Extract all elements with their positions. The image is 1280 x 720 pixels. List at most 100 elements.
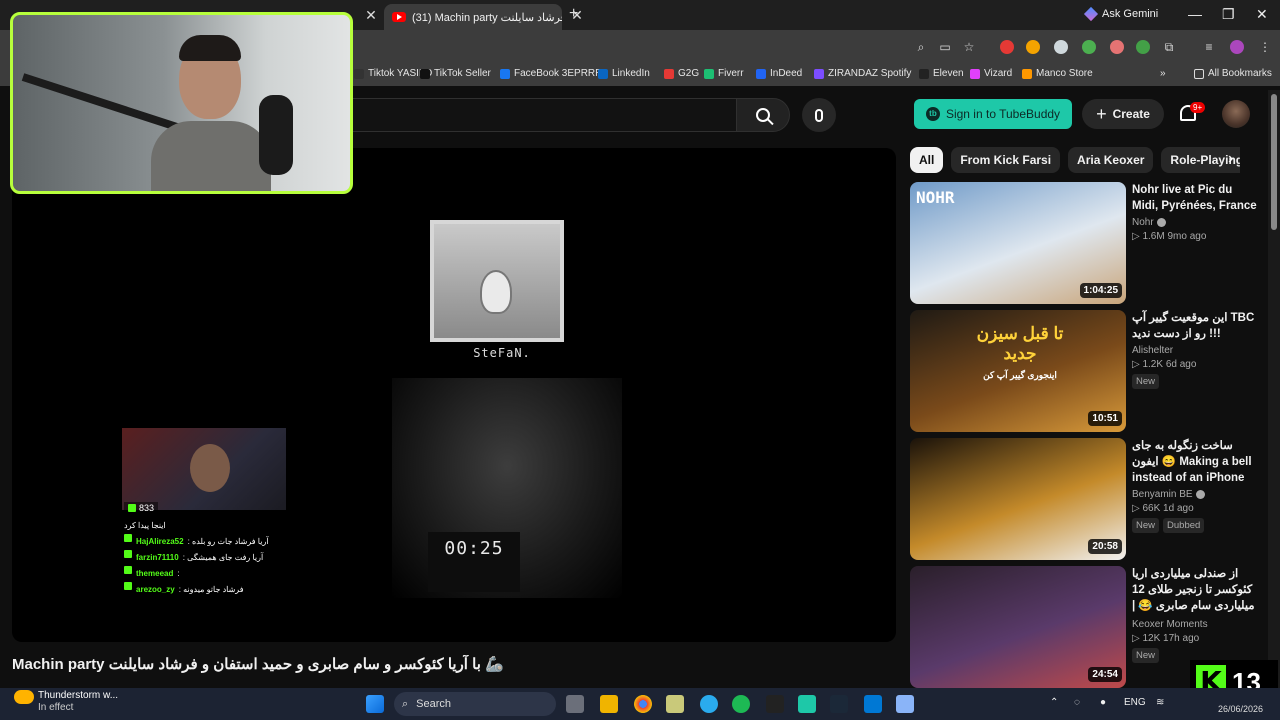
channel-name: Keoxer Moments bbox=[1132, 619, 1208, 630]
vscode-icon[interactable] bbox=[864, 695, 882, 713]
tray-chevron-icon[interactable]: ⌃ bbox=[1050, 697, 1058, 708]
close-window-icon[interactable]: ✕ bbox=[1256, 6, 1268, 23]
scrollbar-thumb[interactable] bbox=[1271, 94, 1277, 230]
tubebuddy-signin-button[interactable]: tb Sign in to TubeBuddy bbox=[914, 99, 1072, 129]
account-avatar[interactable] bbox=[1222, 100, 1250, 128]
active-tab[interactable]: (31) Machin party فرشاد سایلنت bbox=[384, 4, 562, 30]
app-icon[interactable] bbox=[798, 695, 816, 713]
all-bookmarks-button[interactable]: All Bookmarks bbox=[1194, 68, 1272, 79]
page-scrollbar[interactable] bbox=[1268, 90, 1280, 688]
voice-search-button[interactable] bbox=[802, 98, 836, 132]
chrome-icon[interactable] bbox=[634, 695, 652, 713]
bookmark-favicon-icon bbox=[1022, 68, 1032, 79]
tray-app-icon[interactable]: ◌ bbox=[1074, 697, 1080, 708]
telegram-icon[interactable] bbox=[700, 695, 718, 713]
bookmark-item[interactable]: Vizard bbox=[970, 68, 1012, 79]
video-thumbnail[interactable]: 24:54 bbox=[910, 566, 1126, 688]
bookmark-item[interactable]: FaceBook 3EPRRR bbox=[500, 68, 602, 79]
bookmark-star-icon[interactable]: ☆ bbox=[962, 40, 976, 54]
channel-name-row[interactable]: Benyamin BE bbox=[1132, 489, 1260, 500]
extension-icon[interactable] bbox=[1054, 40, 1068, 54]
play-icon: ▷ bbox=[1132, 359, 1143, 370]
recommended-video[interactable]: تا قبل سیزن جدید اینجوری گییر آپ کن 10:51 ا… bbox=[910, 310, 1260, 432]
video-title[interactable]: این موقعیت گییر آپ TBC رو از دست ندید !!… bbox=[1132, 310, 1260, 342]
menu-dots-icon[interactable]: ⋮ bbox=[1258, 40, 1272, 54]
language-indicator[interactable]: ENG bbox=[1124, 697, 1146, 708]
cast-icon[interactable]: ▭ bbox=[938, 40, 952, 54]
task-view-icon[interactable] bbox=[566, 695, 584, 713]
terminal-icon[interactable] bbox=[766, 695, 784, 713]
windows-start-icon[interactable] bbox=[366, 695, 384, 713]
bookmark-item[interactable]: G2G bbox=[664, 68, 699, 79]
extension-icon[interactable] bbox=[1082, 40, 1096, 54]
bookmark-favicon-icon bbox=[704, 68, 714, 79]
app-icon[interactable] bbox=[896, 695, 914, 713]
extension-icon[interactable] bbox=[1026, 40, 1040, 54]
extension-icon[interactable] bbox=[1136, 40, 1150, 54]
bookmark-item[interactable]: InDeed bbox=[756, 68, 802, 79]
chat-username: HajAlireza52 bbox=[136, 537, 184, 546]
chat-username: farzin71110 bbox=[136, 553, 179, 562]
video-thumbnail[interactable]: NOHR 1:04:25 bbox=[910, 182, 1126, 304]
video-duration: 1:04:25 bbox=[1079, 283, 1122, 298]
media-icon[interactable]: ≡ bbox=[1202, 40, 1216, 54]
video-duration: 10:51 bbox=[1088, 411, 1122, 426]
profile-icon[interactable] bbox=[1230, 40, 1244, 54]
file-explorer-icon[interactable] bbox=[600, 695, 618, 713]
filter-chip[interactable]: Aria Keoxer bbox=[1068, 147, 1154, 173]
channel-name-row[interactable]: Keoxer Moments bbox=[1132, 619, 1260, 630]
bookmark-item[interactable]: TikTok Seller bbox=[420, 68, 491, 79]
video-thumbnail[interactable]: تا قبل سیزن جدید اینجوری گییر آپ کن 10:51 bbox=[910, 310, 1126, 432]
ask-gemini-button[interactable]: Ask Gemini bbox=[1083, 6, 1158, 22]
plus-icon: + bbox=[1096, 103, 1107, 124]
thumbnail-text: تا قبل سیزن جدید bbox=[976, 324, 1064, 363]
bookmark-favicon-icon bbox=[420, 68, 430, 79]
bookmark-item[interactable]: ZIRANDAZ Spotify bbox=[814, 68, 911, 79]
new-tab-icon[interactable]: + bbox=[569, 5, 578, 23]
video-title[interactable]: ساخت زنگوله به جای ایفون 😄 Making a bell… bbox=[1132, 438, 1260, 486]
channel-name-row[interactable]: Alishelter bbox=[1132, 345, 1260, 356]
taskbar-search[interactable]: ⌕ Search bbox=[394, 692, 556, 716]
bookmark-item[interactable]: Eleven bbox=[919, 68, 964, 79]
extensions-puzzle-icon[interactable]: ⧉ bbox=[1162, 40, 1176, 54]
tray-mic-icon[interactable]: ● bbox=[1100, 697, 1106, 708]
taskbar-date[interactable]: 26/06/2026 bbox=[1218, 704, 1263, 714]
minimize-icon[interactable]: — bbox=[1188, 6, 1202, 22]
video-title[interactable]: Nohr live at Pic du Midi, Pyrénées, Fran… bbox=[1132, 182, 1260, 214]
bookmark-label: Manco Store bbox=[1036, 68, 1093, 79]
bookmark-label: G2G bbox=[678, 68, 700, 79]
close-tab-icon[interactable]: ✕ bbox=[362, 6, 380, 24]
steam-icon[interactable] bbox=[830, 695, 848, 713]
play-icon: ▷ bbox=[1132, 503, 1143, 514]
chat-message: اینجا پیدا کرد bbox=[124, 518, 304, 534]
more-bookmarks-button[interactable]: » bbox=[1160, 68, 1166, 79]
verified-check-icon bbox=[1156, 218, 1166, 227]
video-badge: New bbox=[1132, 648, 1160, 663]
recommended-video[interactable]: NOHR 1:04:25 Nohr live at Pic du Midi, Pyr… bbox=[910, 182, 1260, 304]
chat-username: arezoo_zy bbox=[136, 585, 175, 594]
notes-icon[interactable] bbox=[666, 695, 684, 713]
search-input[interactable] bbox=[350, 98, 736, 132]
video-thumbnail[interactable]: 20:58 bbox=[910, 438, 1126, 560]
play-icon: ▷ bbox=[1132, 633, 1143, 644]
video-title[interactable]: از صندلی میلیاردی اریا کئوکسر تا زنجیر ط… bbox=[1132, 566, 1260, 616]
maximize-icon[interactable]: ❐ bbox=[1222, 6, 1235, 23]
taskbar-search-label: Search bbox=[416, 698, 452, 710]
bookmark-item[interactable]: LinkedIn bbox=[598, 68, 650, 79]
filter-chip[interactable]: From Kick Farsi bbox=[951, 147, 1061, 173]
filter-chip[interactable]: All bbox=[910, 147, 944, 173]
extension-icon[interactable] bbox=[1000, 40, 1014, 54]
wifi-icon[interactable]: ≋ bbox=[1156, 697, 1164, 708]
extension-icon[interactable] bbox=[1110, 40, 1124, 54]
bookmark-item[interactable]: Manco Store bbox=[1022, 68, 1093, 79]
zoom-icon[interactable]: ⌕ bbox=[914, 40, 928, 54]
search-button[interactable] bbox=[736, 98, 790, 132]
webcam-overlay bbox=[10, 12, 353, 194]
chevron-right-icon[interactable]: › bbox=[1228, 150, 1233, 168]
create-button[interactable]: + Create bbox=[1082, 99, 1164, 129]
spotify-icon[interactable] bbox=[732, 695, 750, 713]
video-player[interactable]: SteFaN. 00:25 833 اینجا پیدا کرد HajAlire… bbox=[12, 148, 896, 642]
bookmark-item[interactable]: Fiverr bbox=[704, 68, 744, 79]
channel-name-row[interactable]: Nohr bbox=[1132, 217, 1260, 228]
recommended-video[interactable]: 20:58 ساخت زنگوله به جای ایفون 😄 Making a… bbox=[910, 438, 1260, 560]
